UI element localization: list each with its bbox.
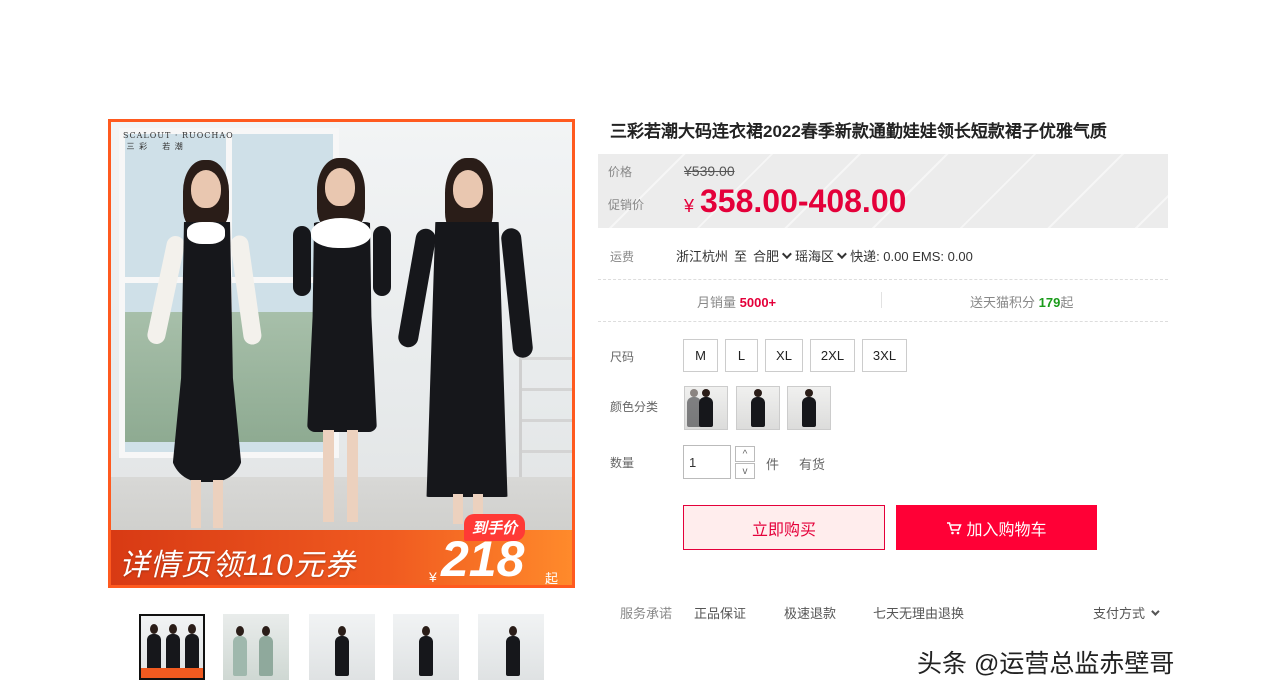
brand-logo: SCALOUT · RUOCHAO 三 彩 若 潮 bbox=[123, 131, 234, 151]
city-value: 合肥 bbox=[753, 249, 780, 264]
promo-price-currency: ¥ bbox=[684, 196, 695, 216]
size-option-m[interactable]: M bbox=[683, 339, 718, 372]
quantity-label: 数量 bbox=[610, 456, 635, 470]
watermark: 头条 @运营总监赤壁哥 bbox=[917, 650, 1175, 678]
tmall-points: 送天猫积分 179起 bbox=[970, 292, 1073, 311]
chevron-down-icon bbox=[837, 249, 847, 260]
size-option-l[interactable]: L bbox=[725, 339, 758, 372]
city-dropdown[interactable]: 合肥 bbox=[753, 246, 792, 265]
monthly-sales: 月销量 5000+ bbox=[697, 292, 776, 311]
district-dropdown[interactable]: 瑶海区 bbox=[795, 246, 847, 265]
service-fast-refund[interactable]: 极速退款 bbox=[784, 603, 836, 622]
promo-price-suffix: 起 bbox=[545, 571, 559, 586]
shipping-row: 浙江杭州 至 合肥 瑶海区 快递: 0.00 EMS: 0.00 bbox=[676, 246, 973, 265]
thumbnail-1[interactable] bbox=[139, 614, 205, 680]
color-option-3[interactable] bbox=[787, 386, 831, 430]
quantity-increase-button[interactable]: ^ bbox=[735, 446, 755, 462]
stock-status: 有货 bbox=[799, 457, 826, 472]
shipping-to-word: 至 bbox=[734, 249, 748, 264]
points-label: 送天猫积分 bbox=[970, 295, 1036, 310]
thumbnail-2[interactable] bbox=[223, 614, 289, 680]
promo-price-value: 358.00-408.00 bbox=[700, 183, 907, 219]
product-title: 三彩若潮大码连衣裙2022春季新款通勤娃娃领长短款裙子优雅气质 bbox=[610, 122, 1107, 141]
sales-value: 5000+ bbox=[739, 295, 777, 310]
points-suffix: 起 bbox=[1060, 295, 1074, 310]
shipping-fees: 快递: 0.00 EMS: 0.00 bbox=[850, 249, 973, 264]
shipping-origin: 浙江杭州 bbox=[676, 249, 729, 264]
quantity-decrease-button[interactable]: v bbox=[735, 463, 755, 479]
points-value: 179 bbox=[1038, 295, 1061, 310]
divider bbox=[598, 321, 1168, 322]
thumbnail-3[interactable] bbox=[309, 614, 375, 680]
chevron-down-icon: v bbox=[742, 465, 748, 477]
size-option-xl[interactable]: XL bbox=[765, 339, 803, 372]
chevron-down-icon bbox=[782, 249, 792, 260]
quantity-input[interactable] bbox=[683, 445, 731, 479]
divider bbox=[881, 292, 882, 308]
cart-icon bbox=[946, 521, 963, 535]
quantity-unit: 件 bbox=[766, 457, 780, 472]
service-7day-return[interactable]: 七天无理由退换 bbox=[873, 603, 964, 622]
promo-coupon-text: 详情页领110元券 bbox=[119, 549, 356, 582]
payment-label: 支付方式 bbox=[1093, 606, 1146, 621]
shipping-label: 运费 bbox=[610, 250, 635, 264]
chevron-up-icon: ^ bbox=[742, 448, 748, 460]
color-label: 颜色分类 bbox=[610, 400, 659, 414]
model-center bbox=[281, 158, 401, 530]
promo-final-price: 218 bbox=[441, 531, 525, 587]
price-label: 价格 bbox=[608, 165, 633, 179]
model-right bbox=[396, 158, 534, 530]
services-label: 服务承诺 bbox=[620, 606, 673, 621]
size-option-2xl[interactable]: 2XL bbox=[810, 339, 855, 372]
service-genuine[interactable]: 正品保证 bbox=[694, 603, 746, 622]
original-price: ¥539.00 bbox=[684, 163, 735, 179]
add-to-cart-button[interactable]: 加入购物车 bbox=[896, 505, 1097, 550]
payment-method-dropdown[interactable]: 支付方式 bbox=[1093, 603, 1160, 622]
add-to-cart-label: 加入购物车 bbox=[966, 521, 1047, 539]
buy-now-label: 立即购买 bbox=[751, 521, 816, 539]
chevron-down-icon bbox=[1151, 606, 1160, 616]
model-left bbox=[145, 160, 269, 530]
color-option-2[interactable] bbox=[736, 386, 780, 430]
sales-label: 月销量 bbox=[697, 295, 737, 310]
size-option-3xl[interactable]: 3XL bbox=[862, 339, 907, 372]
district-value: 瑶海区 bbox=[795, 249, 835, 264]
main-product-image[interactable]: SCALOUT · RUOCHAO 三 彩 若 潮 详情页领110元券 到手价 … bbox=[108, 119, 575, 588]
promo-price-label: 促销价 bbox=[608, 198, 645, 212]
buy-now-button[interactable]: 立即购买 bbox=[683, 505, 885, 550]
thumbnail-4[interactable] bbox=[393, 614, 459, 680]
divider bbox=[598, 279, 1168, 280]
thumbnail-5[interactable] bbox=[478, 614, 544, 680]
size-label: 尺码 bbox=[610, 350, 635, 364]
promo-currency: ¥ bbox=[429, 569, 437, 585]
color-option-1[interactable] bbox=[684, 386, 728, 430]
